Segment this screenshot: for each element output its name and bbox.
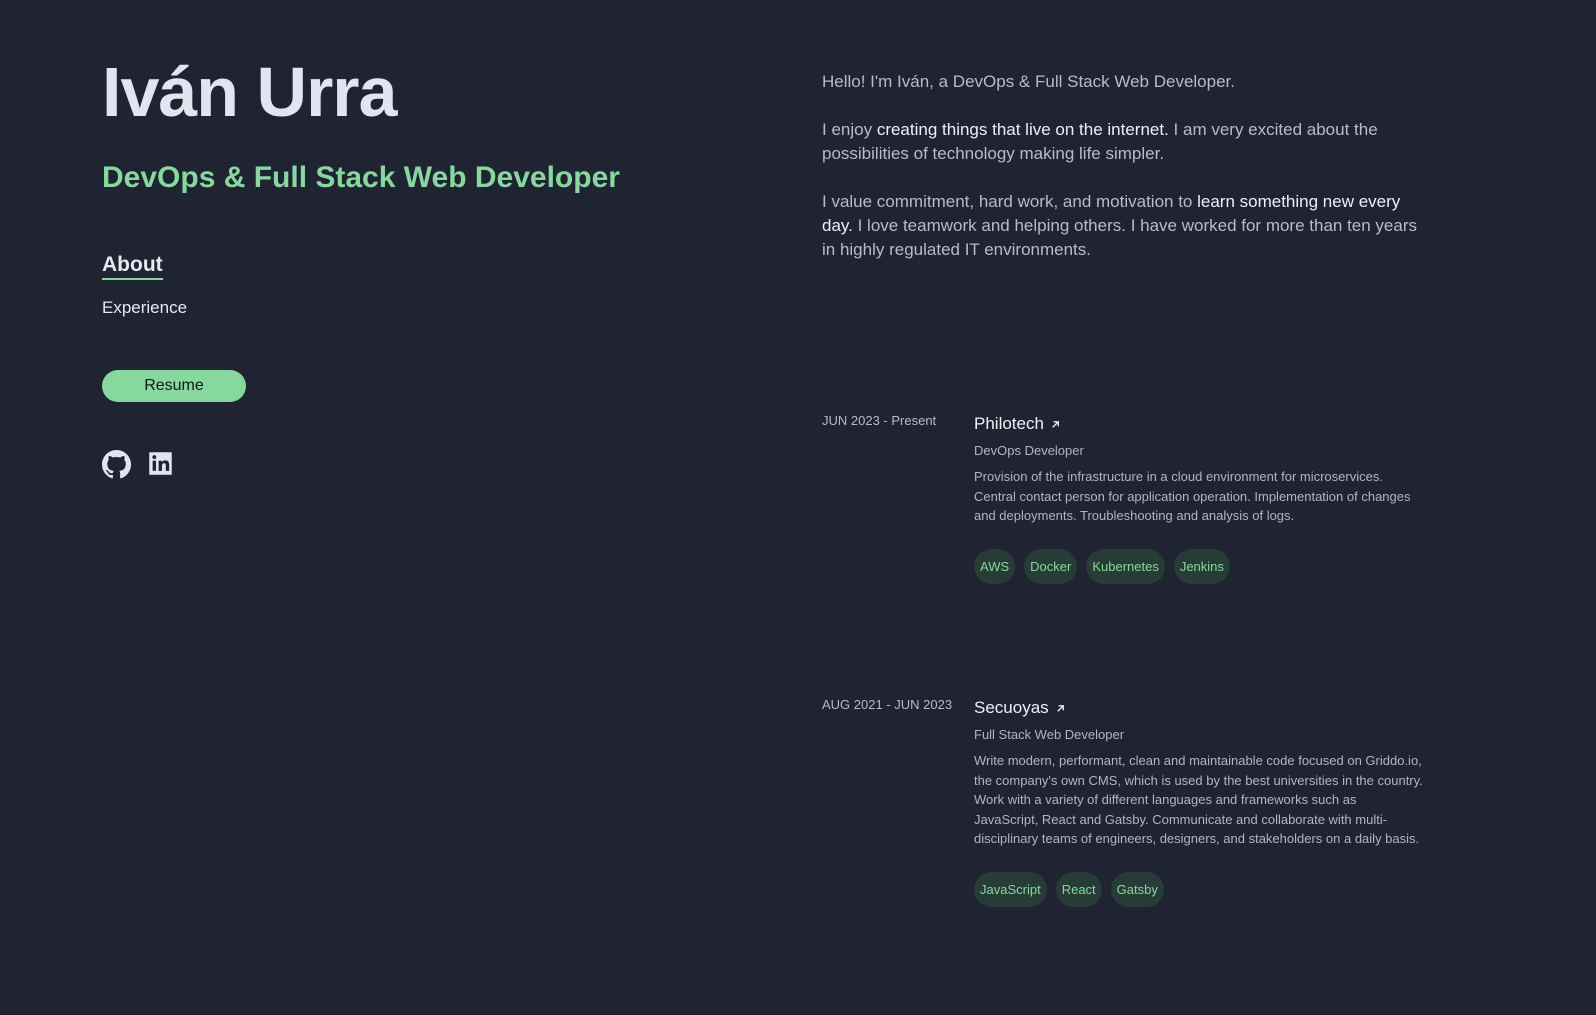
tag: Docker (1024, 548, 1078, 584)
tag: JavaScript (974, 871, 1047, 907)
job-company: Secuoyas (974, 698, 1049, 717)
job-role: DevOps Developer (974, 443, 1084, 458)
about-paragraph-1: Hello! I'm Iván, a DevOps & Full Stack W… (822, 72, 1235, 91)
about-highlight: creating things that live on the interne… (876, 120, 1169, 139)
job-tags: JavaScript React Gatsby (974, 871, 1424, 907)
tag: React (1055, 871, 1102, 907)
about-text: I enjoy (822, 120, 877, 139)
tag: AWS (974, 548, 1016, 584)
job-role: Full Stack Web Developer (974, 727, 1125, 742)
nav-item-about[interactable]: About (102, 253, 163, 280)
job-company-link[interactable]: Secuoyas (974, 697, 1424, 719)
linkedin-icon (149, 452, 172, 475)
external-link-icon (1056, 704, 1064, 712)
section-nav: About Experience (102, 253, 662, 319)
about-text: I love teamwork and helping others. I ha… (822, 216, 1418, 259)
job-tags: AWS Docker Kubernetes Jenkins (974, 548, 1424, 584)
job-date: JUN 2023 - Present (822, 413, 937, 428)
profile-role: DevOps & Full Stack Web Developer (102, 161, 620, 194)
job-company-link[interactable]: Philotech (974, 413, 1424, 435)
linkedin-link[interactable] (147, 450, 176, 479)
profile-name: Iván Urra (102, 53, 397, 131)
resume-button[interactable]: Resume (102, 370, 246, 402)
about-paragraph-2: I enjoy creating things that live on the… (822, 118, 1422, 166)
about-section: Hello! I'm Iván, a DevOps & Full Stack W… (822, 70, 1422, 286)
about-paragraph-3: I value commitment, hard work, and motiv… (822, 190, 1422, 262)
nav-item-experience[interactable]: Experience (102, 297, 662, 319)
job-company: Philotech (974, 414, 1044, 433)
about-text: I value commitment, hard work, and motiv… (822, 192, 1198, 211)
job-body: Philotech DevOps Developer Provision of … (974, 413, 1424, 584)
tag: Jenkins (1173, 548, 1230, 584)
github-icon (102, 450, 131, 479)
external-link-icon (1052, 420, 1059, 428)
job-description: Provision of the infrastructure in a clo… (974, 469, 1411, 523)
github-link[interactable] (102, 450, 131, 479)
job-body: Secuoyas Full Stack Web Developer Write … (974, 697, 1424, 907)
profile-header: Iván Urra DevOps & Full Stack Web Develo… (102, 52, 662, 479)
social-links (102, 450, 662, 479)
tag: Kubernetes (1086, 548, 1165, 584)
tag: Gatsby (1110, 871, 1164, 907)
job-description: Write modern, performant, clean and main… (974, 753, 1423, 846)
job-date: AUG 2021 - JUN 2023 (822, 697, 953, 712)
